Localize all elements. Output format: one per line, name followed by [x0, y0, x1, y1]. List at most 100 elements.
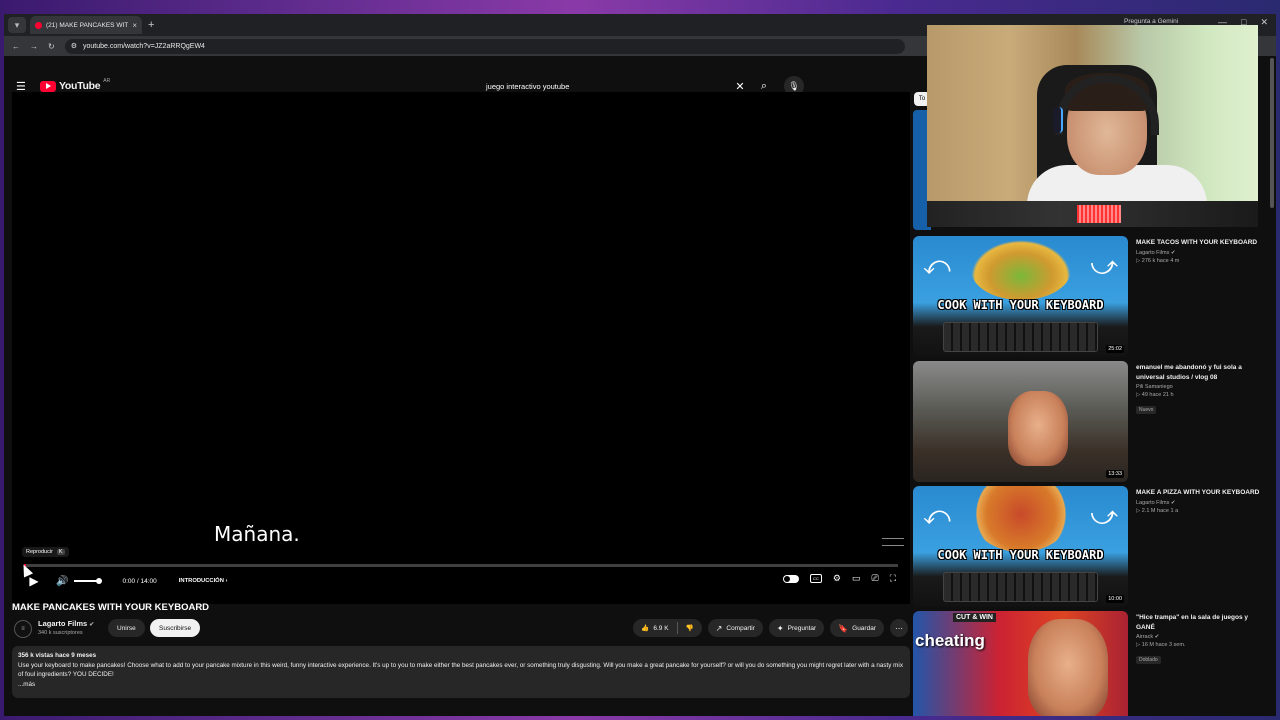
keyboard-illustration	[943, 572, 1098, 602]
volume-slider[interactable]	[74, 578, 103, 584]
recommendation-meta: MAKE A PIZZA WITH YOUR KEYBOARD Lagarto …	[1136, 488, 1266, 514]
cast-icon[interactable]: ⎚	[871, 573, 878, 584]
description-box[interactable]: 356 k vistas hace 9 meses Use your keybo…	[12, 646, 910, 698]
recommendation-stats: ▷ 49 hace 21 h	[1136, 392, 1174, 398]
like-button[interactable]: 👍 6.9 K	[633, 624, 676, 633]
arrow-left-icon: ⤺	[923, 250, 951, 280]
save-label: Guardar	[852, 624, 876, 632]
show-more-link[interactable]: ...más	[18, 680, 904, 690]
clear-search-icon[interactable]: ✕	[730, 80, 750, 93]
logo-text: YouTube	[59, 80, 101, 92]
volume-icon[interactable]: 🔊	[56, 576, 68, 587]
channel-name[interactable]: Lagarto Films ✔	[38, 619, 94, 628]
subscribe-button[interactable]: Suscribirse	[150, 619, 201, 637]
save-button[interactable]: 🔖 Guardar	[830, 619, 884, 637]
share-label: Compartir	[726, 624, 755, 632]
recommendation-item[interactable]: ⤺ ⤻ COOK WITH YOUR KEYBOARD 10:00 MAKE A…	[913, 486, 1273, 607]
subtitles-icon[interactable]: CC	[809, 574, 822, 583]
video-thumbnail[interactable]: ⤺ ⤻ COOK WITH YOUR KEYBOARD 25:02	[913, 236, 1128, 357]
subscriber-count: 340 k suscriptores	[38, 630, 83, 636]
close-window-icon[interactable]: ✕	[1260, 17, 1268, 28]
share-button[interactable]: ↗ Compartir	[707, 619, 763, 637]
youtube-logo[interactable]: YouTube AR	[40, 78, 110, 92]
like-dislike-group: 👍 6.9 K 👎	[633, 619, 702, 637]
site-info-icon[interactable]: ⚙	[71, 42, 77, 50]
fullscreen-icon[interactable]: ⛶	[890, 573, 896, 584]
recommendation-channel[interactable]: Pili Samaniego	[1136, 384, 1266, 390]
recommendation-title[interactable]: MAKE A PIZZA WITH YOUR KEYBOARD	[1136, 488, 1266, 498]
new-tab-icon[interactable]: +	[148, 19, 154, 31]
video-actions: 👍 6.9 K 👎 ↗ Compartir ✦ Preguntar 🔖 Guar…	[633, 619, 908, 637]
search-icon[interactable]: ⌕	[750, 80, 778, 93]
arrow-left-icon: ⤺	[923, 500, 951, 530]
thumbnail-sign-text: CUT & WIN	[953, 613, 996, 622]
recommendation-title[interactable]: MAKE TACOS WITH YOUR KEYBOARD	[1136, 238, 1266, 248]
video-thumbnail[interactable]: CUT & WIN cheating	[913, 611, 1128, 716]
channel-avatar[interactable]: ≡	[14, 620, 32, 638]
like-count: 6.9 K	[653, 624, 669, 632]
sparkle-icon: ✦	[776, 623, 784, 633]
description-text: Use your keyboard to make pancakes! Choo…	[18, 661, 903, 679]
recommendation-stats: ▷ 16 M hace 3 sem.	[1136, 642, 1186, 648]
ask-button[interactable]: ✦ Preguntar	[768, 619, 825, 637]
dislike-icon: 👎	[685, 625, 694, 632]
youtube-favicon-icon	[35, 21, 42, 29]
thumbnail-overlay-text: cheating	[915, 631, 985, 650]
recommendation-stats: ▷ 2.1 M hace 1 a	[1136, 507, 1179, 514]
verified-icon: ✔	[1170, 499, 1176, 506]
tab-search-icon[interactable]: ▾	[8, 17, 26, 33]
video-title: MAKE PANCAKES WITH YOUR KEYBOARD	[12, 602, 210, 613]
progress-bar[interactable]	[24, 564, 898, 567]
chapter-label: INTRODUCCIÓN	[178, 578, 224, 584]
taco-illustration	[971, 240, 1071, 300]
recommendation-item[interactable]: CUT & WIN cheating "Hice trampa" en la s…	[913, 611, 1273, 716]
page-scrollbar[interactable]	[1270, 58, 1274, 208]
dislike-button[interactable]: 👎	[678, 624, 702, 632]
recommendation-item[interactable]: ⤺ ⤻ COOK WITH YOUR KEYBOARD 25:02 MAKE T…	[913, 236, 1273, 357]
thumbnail-overlay-text: COOK WITH YOUR KEYBOARD	[937, 298, 1104, 312]
ask-label: Preguntar	[787, 624, 817, 632]
player-controls: ▶ 🔊 0:00 / 14:00 INTRODUCCIÓN › CC ⚙ ▭ ⎚…	[12, 568, 910, 594]
tab-close-icon[interactable]: ×	[132, 21, 137, 30]
back-icon[interactable]: ←	[12, 42, 20, 51]
youtube-logo-icon	[40, 80, 56, 92]
channel-row: ≡ Lagarto Films ✔ 340 k suscriptores Uni…	[12, 616, 910, 642]
gemini-button[interactable]: Pregunta a Gemini	[1124, 18, 1178, 25]
search-input[interactable]: juego interactivo youtube	[482, 82, 730, 91]
url-text: youtube.com/watch?v=JZ2aRRQgEW4	[82, 42, 205, 50]
url-field[interactable]: ⚙ youtube.com/watch?v=JZ2aRRQgEW4	[64, 38, 905, 54]
tab-active[interactable]: (21) MAKE PANCAKES WITH YO ×	[30, 16, 142, 34]
more-actions-icon[interactable]: ⋯	[890, 619, 908, 637]
channel-watermark[interactable]	[882, 538, 904, 546]
autoplay-toggle[interactable]	[782, 574, 799, 583]
settings-icon[interactable]: ⚙	[833, 573, 841, 584]
bookmark-icon: 🔖	[838, 623, 849, 633]
recommendation-channel[interactable]: Airrack ✔	[1136, 634, 1266, 640]
channel-text: Lagarto Films	[1136, 499, 1170, 506]
video-duration: 25:02	[1106, 345, 1124, 353]
verified-icon: ✔	[1170, 249, 1176, 256]
play-icon[interactable]: ▶	[26, 574, 42, 588]
recommendation-item[interactable]: 13:33 emanuel me abandonó y fui sola a u…	[913, 361, 1273, 482]
arrow-right-icon: ⤻	[1090, 250, 1118, 280]
video-duration: 13:33	[1106, 470, 1124, 478]
video-player[interactable]: Mañana. Reproducir K ▶ 🔊 0:00 / 14:00 IN…	[12, 92, 910, 604]
like-icon: 👍	[641, 625, 650, 632]
video-thumbnail[interactable]: 13:33	[913, 361, 1128, 482]
channel-text: Airrack	[1136, 634, 1154, 640]
join-button[interactable]: Unirse	[108, 619, 145, 637]
headset-earcup	[1053, 107, 1063, 133]
recommendation-channel[interactable]: Lagarto Films ✔	[1136, 250, 1266, 256]
video-thumbnail[interactable]: ⤺ ⤻ COOK WITH YOUR KEYBOARD 10:00	[913, 486, 1128, 607]
verified-icon: ✔	[89, 622, 95, 628]
reload-icon[interactable]: ↻	[48, 42, 55, 51]
forward-icon[interactable]: →	[30, 42, 38, 51]
recommendation-title[interactable]: emanuel me abandonó y fui sola a univers…	[1136, 363, 1266, 382]
person-photo	[1008, 391, 1068, 466]
thumbnail-overlay-text: COOK WITH YOUR KEYBOARD	[937, 548, 1104, 562]
miniplayer-icon[interactable]: ▭	[852, 573, 861, 584]
recommendation-title[interactable]: "Hice trampa" en la sala de juegos y GAN…	[1136, 613, 1266, 632]
tooltip-label: Reproducir	[26, 549, 53, 555]
recommendation-channel[interactable]: Lagarto Films ✔	[1136, 500, 1266, 506]
chapter-button[interactable]: INTRODUCCIÓN ›	[179, 578, 228, 584]
